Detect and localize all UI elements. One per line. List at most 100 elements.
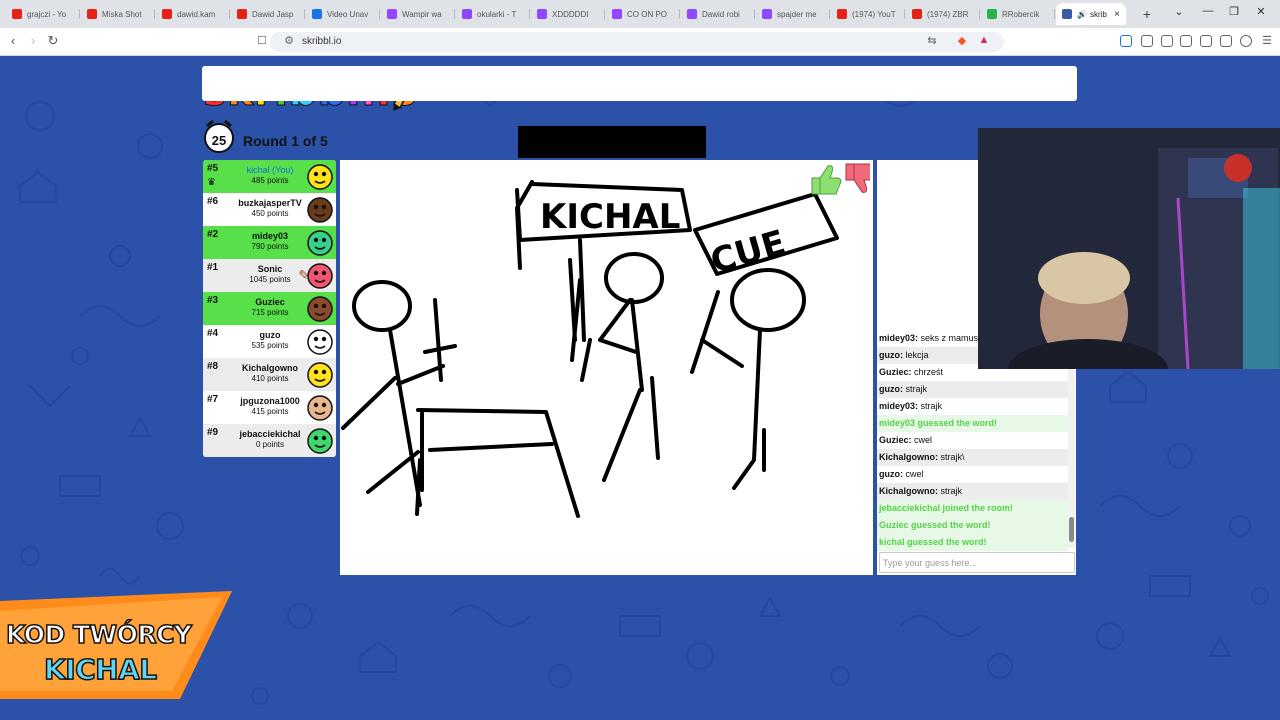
chat-message: Kichalgowno: strajk [877,483,1068,500]
drawing-strokes: KICHAL CUE [341,180,839,518]
close-tab-icon[interactable]: × [1114,9,1120,20]
browser-tab[interactable]: XDDDDDI [531,3,605,25]
chat-username: midey03: [879,401,919,411]
chat-message: kichal guessed the word! [877,534,1068,551]
rewards-icon[interactable]: ▲ [977,34,991,46]
reload-icon[interactable]: ↻ [44,33,62,49]
chat-text: strajk [940,486,963,496]
player-row[interactable]: #9 jebacciekichal 0 points [203,424,336,457]
round-timer: 25 [211,133,227,148]
youtube-icon [912,9,922,19]
thumbs-up-icon[interactable] [811,165,842,195]
player-points: 450 points [251,209,289,218]
youtube-icon [87,9,97,19]
new-tab-button[interactable]: + [1137,6,1157,22]
player-row[interactable]: #3 Guziec 715 points [203,292,336,325]
player-avatar [307,362,333,388]
player-avatar [307,428,333,454]
bookmark-icon[interactable]: ☐ [255,34,269,47]
translate-icon[interactable]: ⇆ [925,34,939,47]
twitch-icon [762,9,772,19]
tab-title: okularki - T [477,9,517,19]
browser-tab[interactable]: Miska Shot [81,3,155,25]
chat-text: jebacciekichal joined the room! [879,503,1014,513]
tab-skribbl[interactable]: 🔊 skrib × [1056,3,1126,25]
chat-message: guzo: strajk [877,381,1068,398]
forward-icon[interactable]: › [24,33,42,48]
twitch-icon [387,9,397,19]
player-row[interactable]: #1 Sonic 1045 points ✎ [203,259,336,292]
player-points: 715 points [251,308,289,317]
player-rank: #1 [207,262,219,273]
browser-tab[interactable]: (1974) ZBR [906,3,980,25]
player-rank: #5 [207,163,219,174]
stick-head-2 [604,252,664,304]
browser-tab[interactable]: RRobercik [981,3,1055,25]
browser-tab[interactable]: Video Unav [306,3,380,25]
minimize-icon[interactable]: — [1199,5,1217,17]
player-name: Kichalgowno [242,363,298,373]
leo-icon[interactable] [1220,35,1232,47]
chat-text: lekcja [905,350,929,360]
tab-title: (1974) YouT [852,9,896,19]
chat-message: Guziec: cwel [877,432,1068,449]
drawing-pencil-icon: ✎ [298,267,310,283]
tab-title: RRobercik [1002,9,1040,19]
player-row[interactable]: #7 jpguzona1000 415 points [203,391,336,424]
address-bar: ‹ › ↻ ☐ ⚙ skribbl.io ⇆ ◆ ▲ ☰ [0,28,1280,56]
url-text[interactable]: skribbl.io [302,36,341,47]
stick-head-3 [730,268,806,332]
browser-tab[interactable]: grajczi - Yo [6,3,80,25]
player-row[interactable]: #5 kichal (You) 485 points ♛ [203,160,336,193]
player-avatar [307,296,333,322]
player-row[interactable]: #4 guzo 535 points [203,325,336,358]
drawing-canvas[interactable]: KICHAL CUE [340,160,873,575]
tab-title: (1974) ZBR [927,9,969,19]
tab-search-icon[interactable]: ⌄ [1170,5,1188,18]
site-info-icon[interactable]: ⚙ [282,34,296,47]
browser-tab[interactable]: Wampir wa [381,3,455,25]
player-name: Guziec [255,297,285,307]
chat-text: cwel [914,435,933,445]
restore-icon[interactable]: ❐ [1225,5,1243,18]
back-icon[interactable]: ‹ [4,33,22,48]
player-row[interactable]: #6 buzkajasperTV 450 points [203,193,336,226]
chat-text: kichal guessed the word! [879,537,987,547]
chat-text: Guziec guessed the word! [879,520,991,530]
extension-icon[interactable] [1120,35,1132,47]
twitch-icon [537,9,547,19]
thumbs-down-icon[interactable] [845,163,870,193]
youtube-icon [237,9,247,19]
guess-input[interactable] [879,552,1075,573]
player-avatar [307,197,333,223]
player-row[interactable]: #8 Kichalgowno 410 points [203,358,336,391]
browser-tab[interactable]: (1974) YouT [831,3,905,25]
browser-tab[interactable]: dawid.kam [156,3,230,25]
browser-tab[interactable]: Dawid Jasp [231,3,305,25]
vpn-icon[interactable] [1240,35,1252,47]
url-field[interactable] [270,32,1004,52]
wallet-icon[interactable] [1200,35,1212,47]
chat-username: Kichalgowno: [879,486,938,496]
player-points: 485 points [251,176,289,185]
player-rank: #8 [207,361,219,372]
browser-tab[interactable]: CO ON PO [606,3,680,25]
chat-scrollbar-thumb[interactable] [1069,517,1074,542]
chat-message: midey03 guessed the word! [877,415,1068,432]
chat-text: strajk [920,401,943,411]
globe-icon [312,9,322,19]
player-points: 790 points [251,242,289,251]
browser-tab[interactable]: Dawid robi [681,3,755,25]
hidden-word-bar [518,126,706,158]
brave-shield-icon[interactable]: ◆ [955,34,969,47]
browser-tab[interactable]: okularki - T [456,3,530,25]
menu-icon[interactable]: ☰ [1260,34,1274,47]
sidebar-icon[interactable] [1180,35,1192,47]
browser-tab[interactable]: spajder me [756,3,830,25]
vote-buttons [811,163,870,195]
close-window-icon[interactable]: ✕ [1252,5,1270,18]
puzzle-icon[interactable] [1141,35,1153,47]
player-name: kichal (You) [246,165,294,175]
player-row[interactable]: #2 midey03 790 points [203,226,336,259]
media-icon[interactable] [1161,35,1173,47]
